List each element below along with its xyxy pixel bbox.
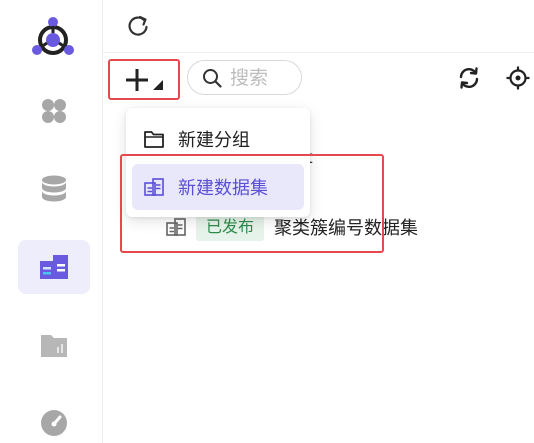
search-box[interactable] [187,60,302,95]
dataset-icon [40,255,68,279]
folder-chart-icon [41,335,67,357]
sidebar-item-apps[interactable] [18,84,90,138]
status-badge: 已发布 [196,213,265,241]
add-button[interactable] [108,59,180,100]
sidebar-item-dashboard[interactable] [18,396,90,443]
menu-item-label: 新建分组 [178,130,250,151]
plus-icon [126,68,148,91]
menu-item-new-group[interactable]: 新建分组 [132,116,304,162]
caret-down-icon [153,79,163,90]
sidebar-item-database[interactable] [18,162,90,216]
gauge-icon [41,410,67,436]
app-root: t 已发布 聚类簇编号数据集 新建分组 [0,0,534,443]
dataset-icon [144,178,164,196]
dataset-name: 聚类簇编号数据集 [274,218,419,239]
menu-item-new-dataset[interactable]: 新建数据集 [132,164,304,210]
dataset-icon [166,218,186,236]
left-sidebar [0,0,103,443]
search-icon [203,68,222,88]
app-logo[interactable] [28,14,78,64]
grid-icon [42,99,66,123]
sync-icon[interactable] [457,66,481,90]
folder-icon [144,131,164,148]
search-input[interactable] [230,66,300,89]
sidebar-item-datasets[interactable] [18,240,90,294]
add-dropdown-menu: 新建分组 新建数据集 [126,108,310,217]
top-bar [103,0,534,53]
locate-icon[interactable] [506,66,530,90]
database-icon [42,175,66,202]
refresh-icon[interactable] [127,14,149,38]
menu-item-label: 新建数据集 [178,178,268,199]
sidebar-item-files[interactable] [18,318,90,372]
